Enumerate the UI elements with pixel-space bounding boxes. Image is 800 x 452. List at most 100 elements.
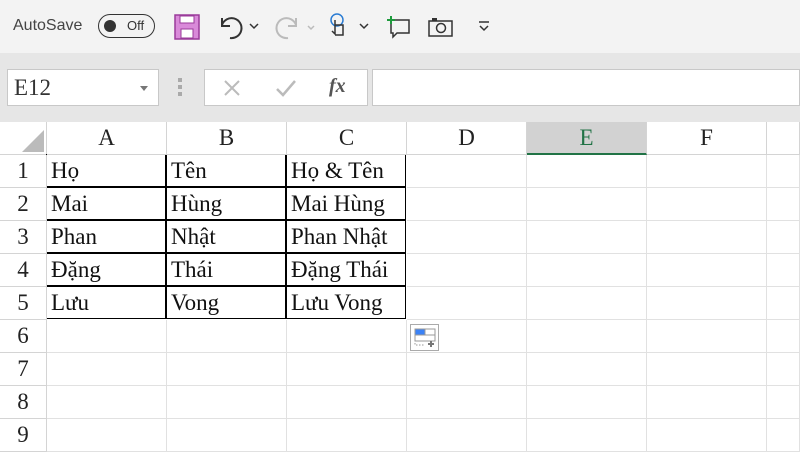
- cell[interactable]: [767, 188, 800, 221]
- cell[interactable]: Mai Hùng: [286, 187, 406, 220]
- cell[interactable]: [407, 353, 527, 386]
- cell[interactable]: [527, 254, 647, 287]
- formula-input[interactable]: [372, 69, 800, 106]
- undo-icon[interactable]: [216, 12, 262, 40]
- new-comment-icon[interactable]: [385, 14, 413, 40]
- cell[interactable]: [47, 320, 167, 353]
- cell[interactable]: Phan Nhật: [286, 220, 406, 253]
- cell[interactable]: [647, 221, 767, 254]
- cell[interactable]: Lưu: [46, 286, 166, 319]
- cell[interactable]: [647, 320, 767, 353]
- paste-options-button[interactable]: [410, 324, 439, 351]
- row-header-9[interactable]: 9: [0, 419, 47, 452]
- cell[interactable]: [767, 254, 800, 287]
- cell[interactable]: [647, 386, 767, 419]
- cell[interactable]: [767, 221, 800, 254]
- customize-toolbar-icon[interactable]: [474, 16, 494, 36]
- column-header-e[interactable]: E: [527, 122, 647, 155]
- cell[interactable]: [647, 155, 767, 188]
- camera-icon[interactable]: [427, 15, 455, 39]
- column-header-partial[interactable]: [767, 122, 800, 155]
- cell[interactable]: [647, 254, 767, 287]
- insert-function-icon[interactable]: fx: [329, 75, 346, 98]
- save-icon[interactable]: [174, 14, 200, 40]
- cell[interactable]: [287, 320, 407, 353]
- cell[interactable]: [767, 386, 800, 419]
- cell[interactable]: [287, 419, 407, 452]
- cell[interactable]: [167, 419, 287, 452]
- cell[interactable]: Thái: [166, 253, 286, 286]
- cell[interactable]: [167, 386, 287, 419]
- cell[interactable]: [287, 386, 407, 419]
- cell[interactable]: [527, 320, 647, 353]
- cell[interactable]: [407, 188, 527, 221]
- autosave-state: Off: [127, 18, 145, 33]
- cell[interactable]: [767, 320, 800, 353]
- cell[interactable]: [407, 386, 527, 419]
- row-header-2[interactable]: 2: [0, 188, 47, 221]
- cell[interactable]: Họ: [46, 154, 166, 187]
- redo-icon: [274, 12, 320, 40]
- cell[interactable]: Phan: [46, 220, 166, 253]
- quick-access-toolbar: AutoSave Off: [0, 0, 800, 53]
- cell[interactable]: [167, 320, 287, 353]
- cell[interactable]: [647, 419, 767, 452]
- cell[interactable]: [407, 419, 527, 452]
- row-header-8[interactable]: 8: [0, 386, 47, 419]
- row-header-1[interactable]: 1: [0, 155, 47, 188]
- autosave-toggle[interactable]: Off: [98, 14, 155, 38]
- cell[interactable]: Đặng: [46, 253, 166, 286]
- name-box[interactable]: E12: [7, 69, 159, 106]
- cell[interactable]: Đặng Thái: [286, 253, 406, 286]
- name-box-value: E12: [14, 75, 52, 100]
- cell[interactable]: [767, 419, 800, 452]
- row-header-4[interactable]: 4: [0, 254, 47, 287]
- cell[interactable]: Vong: [166, 286, 286, 319]
- cell[interactable]: [527, 221, 647, 254]
- column-header-d[interactable]: D: [407, 122, 527, 155]
- cell[interactable]: [527, 287, 647, 320]
- cell[interactable]: [287, 353, 407, 386]
- cell[interactable]: [47, 353, 167, 386]
- cell[interactable]: [47, 386, 167, 419]
- column-header-f[interactable]: F: [647, 122, 767, 155]
- cell[interactable]: [407, 155, 527, 188]
- column-header-c[interactable]: C: [287, 122, 407, 155]
- touch-mode-icon[interactable]: [326, 12, 372, 42]
- resize-handle[interactable]: [178, 78, 182, 98]
- cell[interactable]: Họ & Tên: [286, 154, 406, 187]
- cell[interactable]: [767, 155, 800, 188]
- row-header-6[interactable]: 6: [0, 320, 47, 353]
- cell[interactable]: [407, 287, 527, 320]
- column-header-b[interactable]: B: [167, 122, 287, 155]
- cell[interactable]: [527, 419, 647, 452]
- select-all-corner[interactable]: [0, 122, 47, 155]
- chevron-down-icon[interactable]: [140, 86, 148, 95]
- cell[interactable]: Tên: [166, 154, 286, 187]
- cancel-icon[interactable]: [219, 76, 245, 100]
- cell[interactable]: [647, 353, 767, 386]
- cell[interactable]: Hùng: [166, 187, 286, 220]
- cell[interactable]: [767, 287, 800, 320]
- row-header-3[interactable]: 3: [0, 221, 47, 254]
- enter-icon[interactable]: [273, 76, 299, 100]
- row-header-7[interactable]: 7: [0, 353, 47, 386]
- row-header-5[interactable]: 5: [0, 287, 47, 320]
- cell[interactable]: [47, 419, 167, 452]
- cell[interactable]: [527, 188, 647, 221]
- cell[interactable]: [647, 287, 767, 320]
- worksheet-grid[interactable]: Họ Tên Họ & Tên Mai Hùng Mai Hùng Phan Nhật Phan…: [0, 122, 800, 452]
- cell[interactable]: Nhật: [166, 220, 286, 253]
- cell[interactable]: Lưu Vong: [286, 286, 406, 319]
- cell[interactable]: [167, 353, 287, 386]
- cell[interactable]: Mai: [46, 187, 166, 220]
- cell[interactable]: [767, 353, 800, 386]
- cell[interactable]: [527, 353, 647, 386]
- cell[interactable]: [407, 221, 527, 254]
- cell[interactable]: [527, 386, 647, 419]
- cell[interactable]: [407, 254, 527, 287]
- column-header-a[interactable]: A: [47, 122, 167, 155]
- cell[interactable]: [647, 188, 767, 221]
- cell[interactable]: [527, 155, 647, 188]
- formula-buttons: fx: [204, 69, 368, 106]
